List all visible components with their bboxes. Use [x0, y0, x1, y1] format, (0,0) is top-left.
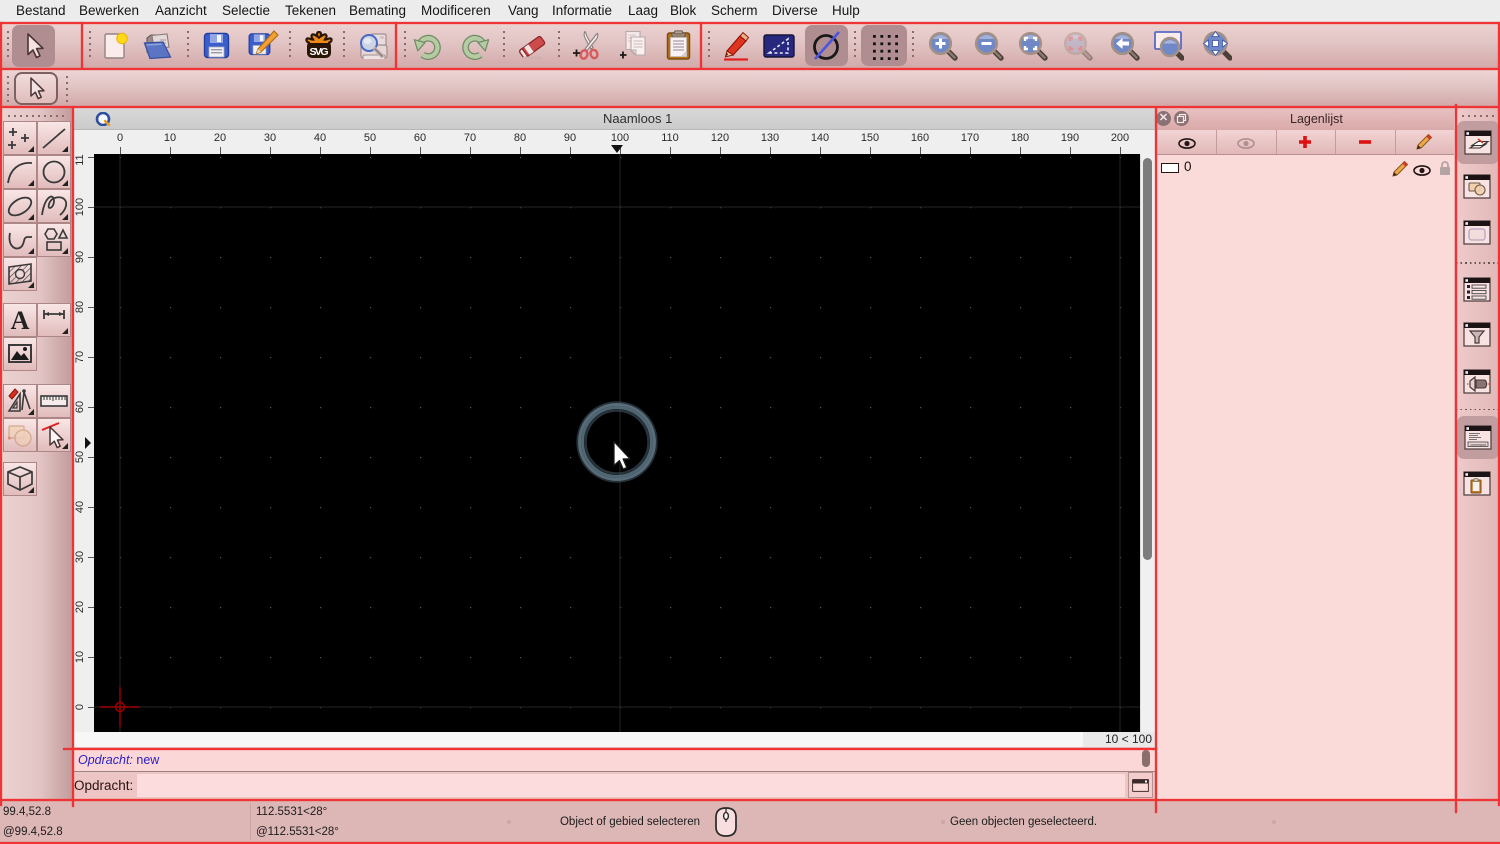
svg-text:command: command [1470, 443, 1486, 447]
svg-text:SVG: SVG [310, 46, 329, 58]
svg-text:A: A [11, 306, 30, 335]
